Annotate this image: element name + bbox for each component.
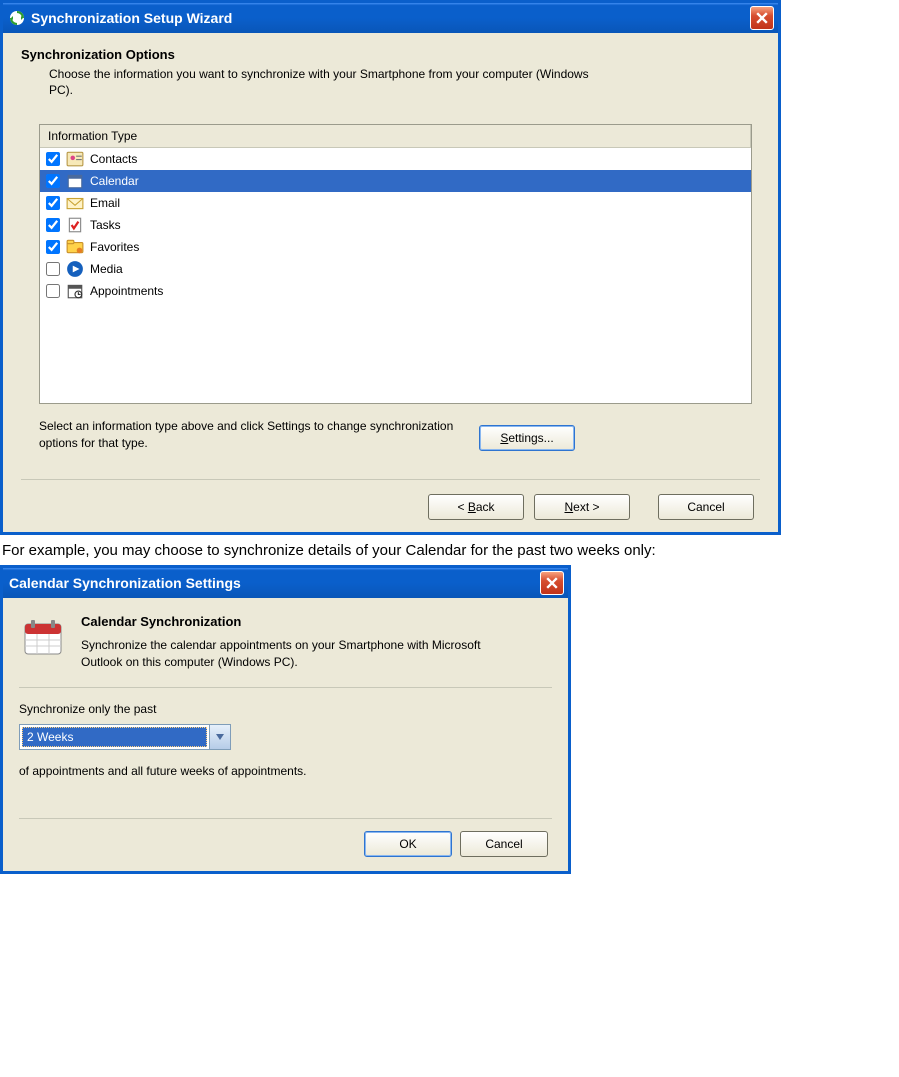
list-item[interactable]: Appointments [40, 280, 751, 302]
titlebar[interactable]: Synchronization Setup Wizard [3, 3, 778, 33]
after-select-text: of appointments and all future weeks of … [19, 764, 552, 778]
close-icon [756, 12, 768, 24]
item-checkbox[interactable] [46, 240, 60, 254]
item-label: Contacts [90, 152, 137, 166]
close-icon [546, 577, 558, 589]
list-item[interactable]: Tasks [40, 214, 751, 236]
appointments-icon [66, 282, 84, 300]
close-button[interactable] [540, 571, 564, 595]
select-dropdown-button[interactable] [209, 725, 230, 749]
item-checkbox[interactable] [46, 262, 60, 276]
item-checkbox[interactable] [46, 152, 60, 166]
wizard-footer: < Back Next > Cancel [21, 479, 760, 520]
list-item[interactable]: Contacts [40, 148, 751, 170]
item-label: Media [90, 262, 123, 276]
item-label: Favorites [90, 240, 139, 254]
tasks-icon [66, 216, 84, 234]
sync-past-label: Synchronize only the past [19, 702, 552, 716]
list-item[interactable]: Email [40, 192, 751, 214]
list-item[interactable]: Calendar [40, 170, 751, 192]
info-type-list[interactable]: Information Type Contacts Calendar Email Ta… [39, 124, 752, 404]
cancel-button[interactable]: Cancel [658, 494, 754, 520]
item-checkbox[interactable] [46, 196, 60, 210]
media-icon [66, 260, 84, 278]
list-item[interactable]: Media [40, 258, 751, 280]
list-item[interactable]: Favorites [40, 236, 751, 258]
page-heading: Synchronization Options [21, 47, 760, 62]
favorites-icon [66, 238, 84, 256]
item-label: Email [90, 196, 120, 210]
list-column-header[interactable]: Information Type [40, 125, 751, 148]
settings-button[interactable]: Settings... [479, 425, 575, 451]
close-button[interactable] [750, 6, 774, 30]
dialog-description: Synchronize the calendar appointments on… [81, 637, 521, 671]
sync-wizard-window: Synchronization Setup Wizard Synchroniza… [0, 0, 781, 535]
divider [19, 687, 552, 688]
window-title: Calendar Synchronization Settings [9, 575, 540, 591]
wizard-body: Synchronization Options Choose the infor… [3, 33, 778, 532]
page-subheading: Choose the information you want to synch… [49, 66, 609, 98]
ok-button[interactable]: OK [364, 831, 452, 857]
dialog-heading: Calendar Synchronization [81, 614, 521, 629]
item-checkbox[interactable] [46, 284, 60, 298]
document-paragraph: For example, you may choose to synchroni… [0, 535, 894, 565]
sync-app-icon [9, 10, 25, 26]
back-button[interactable]: < Back [428, 494, 524, 520]
next-button[interactable]: Next > [534, 494, 630, 520]
titlebar[interactable]: Calendar Synchronization Settings [3, 568, 568, 598]
window-title: Synchronization Setup Wizard [31, 10, 750, 26]
item-label: Tasks [90, 218, 121, 232]
settings-hint-text: Select an information type above and cli… [39, 418, 469, 450]
past-duration-select[interactable]: 2 Weeks [19, 724, 231, 750]
chevron-down-icon [216, 734, 224, 740]
contacts-icon [66, 150, 84, 168]
email-icon [66, 194, 84, 212]
dialog-body: Calendar Synchronization Synchronize the… [3, 598, 568, 871]
select-value: 2 Weeks [22, 727, 207, 747]
calendar-icon [66, 172, 84, 190]
item-label: Calendar [90, 174, 139, 188]
item-checkbox[interactable] [46, 174, 60, 188]
item-checkbox[interactable] [46, 218, 60, 232]
cancel-button[interactable]: Cancel [460, 831, 548, 857]
calendar-large-icon [19, 614, 67, 662]
dialog-footer: OK Cancel [19, 818, 552, 861]
calendar-settings-window: Calendar Synchronization Settings Cal [0, 565, 571, 874]
item-label: Appointments [90, 284, 163, 298]
